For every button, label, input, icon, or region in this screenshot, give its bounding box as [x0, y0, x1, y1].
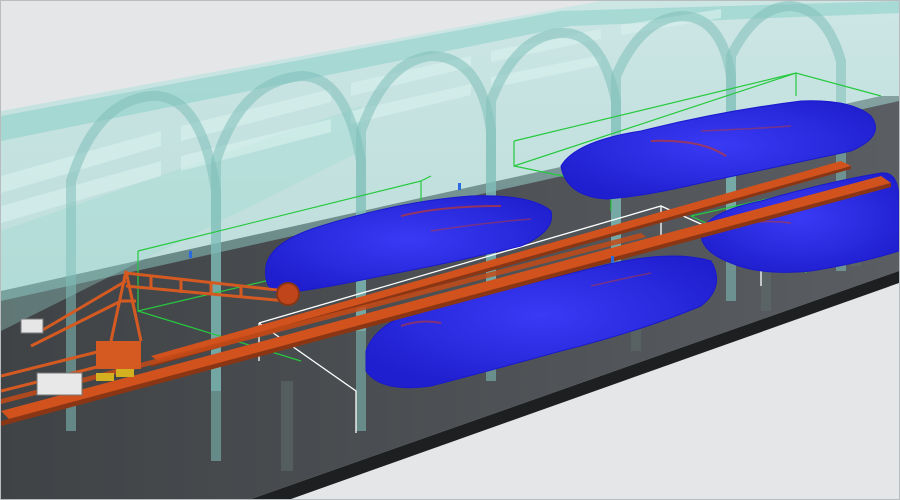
- scene-canvas[interactable]: [1, 1, 899, 499]
- 3d-viewport[interactable]: [0, 0, 900, 500]
